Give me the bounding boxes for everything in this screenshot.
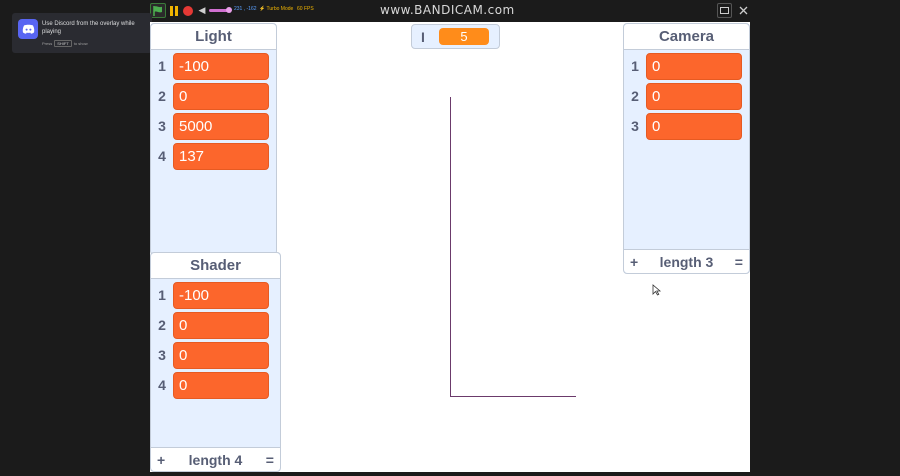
list-index: 2	[631, 88, 639, 104]
list-index: 4	[158, 148, 166, 164]
turbo-mode-label: Turbo Mode	[266, 6, 294, 12]
list-item[interactable]: 0	[646, 52, 742, 80]
list-item[interactable]: 0	[173, 371, 269, 399]
list-title-camera: Camera	[624, 24, 749, 50]
list-row: 4 137	[151, 142, 269, 170]
discord-hint-suffix: to show	[73, 41, 88, 46]
list-row: 4 0	[151, 371, 269, 399]
list-row: 2 0	[151, 311, 269, 339]
list-item[interactable]: -100	[173, 52, 269, 80]
list-monitor-shader: Shader 1 -100 2 0 3 0 4 0 + length 4 =	[150, 252, 281, 472]
stop-button[interactable]	[182, 3, 194, 18]
list-item[interactable]: 0	[173, 311, 269, 339]
mouse-coordinates: 231 , -162	[234, 6, 257, 12]
discord-overlay-notification[interactable]: Use Discord from the overlay while playi…	[12, 13, 152, 53]
list-index: 1	[158, 58, 166, 74]
variable-name: I	[421, 28, 425, 45]
list-item[interactable]: 137	[173, 142, 269, 170]
list-row: 1 -100	[151, 281, 269, 309]
discord-hint-key: SHIFT	[54, 40, 72, 47]
list-index: 3	[631, 118, 639, 134]
discord-overlay-hint: Press SHIFT to show	[42, 40, 88, 47]
mouse-cursor-icon	[652, 284, 662, 296]
list-item[interactable]: -100	[173, 281, 269, 309]
variable-value: 5	[439, 28, 489, 45]
volume-icon[interactable]: ◀	[197, 3, 207, 18]
list-index: 4	[158, 377, 166, 393]
screenshot-icon	[720, 7, 729, 14]
stop-icon	[183, 5, 193, 16]
list-row: 1 0	[624, 52, 742, 80]
green-flag-button[interactable]	[150, 3, 166, 18]
discord-overlay-message: Use Discord from the overlay while playi…	[42, 21, 135, 35]
list-item[interactable]: 5000	[173, 112, 269, 140]
list-length-label: length 4	[188, 451, 243, 468]
list-row: 2 0	[151, 82, 269, 110]
resize-handle[interactable]: =	[266, 452, 274, 468]
list-row: 1 -100	[151, 52, 269, 80]
list-monitor-camera: Camera 1 0 2 0 3 0 + length 3 =	[623, 23, 750, 274]
list-title-light: Light	[151, 24, 276, 50]
pause-button[interactable]	[168, 3, 180, 18]
fullscreen-button[interactable]	[736, 3, 751, 18]
pen-line-horizontal	[450, 396, 576, 397]
add-item-button[interactable]: +	[630, 254, 638, 270]
list-row: 2 0	[624, 82, 742, 110]
variable-monitor-i: I 5	[411, 24, 500, 49]
list-footer-camera: + length 3 =	[624, 249, 749, 273]
discord-hint-prefix: Press	[42, 41, 53, 46]
list-index: 1	[158, 287, 166, 303]
pen-line-vertical	[450, 97, 451, 397]
resize-handle[interactable]: =	[735, 254, 743, 270]
list-index: 3	[158, 118, 166, 134]
list-index: 2	[158, 317, 166, 333]
bandicam-watermark: www.BANDICAM.com	[380, 3, 515, 17]
volume-slider-handle[interactable]	[226, 7, 232, 13]
list-length-label: length 3	[659, 253, 714, 270]
list-row: 3 5000	[151, 112, 269, 140]
list-footer-shader: + length 4 =	[151, 447, 280, 471]
list-row: 3 0	[624, 112, 742, 140]
fullscreen-icon	[739, 6, 748, 15]
green-flag-icon	[153, 5, 162, 16]
fps-counter: 60 FPS	[297, 6, 314, 12]
list-item[interactable]: 0	[173, 341, 269, 369]
list-monitor-light: Light 1 -100 2 0 3 5000 4 137	[150, 23, 277, 255]
turbo-mode-indicator: ⚡ Turbo Mode	[259, 6, 294, 12]
screenshot-button[interactable]	[717, 3, 732, 18]
list-item[interactable]: 0	[173, 82, 269, 110]
list-index: 2	[158, 88, 166, 104]
list-item[interactable]: 0	[646, 82, 742, 110]
project-stage[interactable]: Light 1 -100 2 0 3 5000 4 137 Shader 1 -…	[150, 22, 750, 472]
list-item[interactable]: 0	[646, 112, 742, 140]
list-row: 3 0	[151, 341, 269, 369]
list-index: 3	[158, 347, 166, 363]
list-title-shader: Shader	[151, 253, 280, 279]
list-index: 1	[631, 58, 639, 74]
add-item-button[interactable]: +	[157, 452, 165, 468]
discord-logo-icon	[18, 19, 38, 39]
